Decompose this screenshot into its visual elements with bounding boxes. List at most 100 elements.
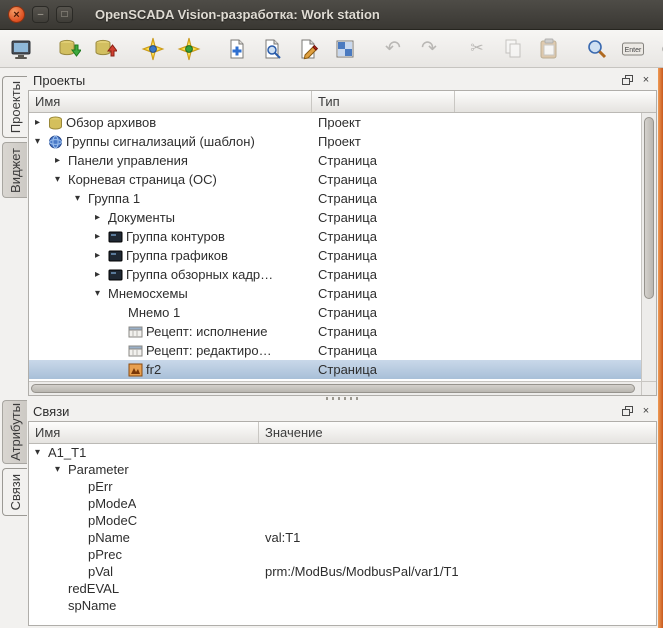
column-header-name[interactable]: Имя (29, 91, 312, 112)
row-type: Страница (312, 265, 656, 284)
station-icon[interactable] (6, 34, 36, 64)
find-icon[interactable] (582, 34, 612, 64)
tab-attributes[interactable]: Атрибуты (2, 400, 27, 464)
enter-key-icon[interactable]: Enter (618, 34, 648, 64)
expander-icon[interactable]: ▸ (95, 208, 108, 227)
row-type: Страница (312, 284, 656, 303)
overlay-scrollbar-strip[interactable] (658, 68, 663, 628)
column-header-value[interactable]: Значение (259, 422, 656, 443)
row-value (259, 444, 656, 461)
row-type: Страница (312, 341, 656, 360)
row-value (259, 597, 656, 614)
page-edit-icon[interactable] (294, 34, 324, 64)
tree-row[interactable]: redEVAL (29, 580, 656, 597)
projects-table: Имя Тип ▸Обзор архивов Проект ▾Группы си… (28, 90, 657, 396)
page-template-icon[interactable] (330, 34, 360, 64)
copy-icon[interactable] (498, 34, 528, 64)
row-label: Parameter (68, 461, 129, 478)
dark-frame-icon (108, 268, 124, 282)
scrollbar-thumb[interactable] (31, 384, 635, 393)
window-table-icon (128, 344, 144, 358)
close-dock-icon[interactable]: × (638, 73, 654, 88)
redo-icon[interactable]: ↷ (414, 34, 444, 64)
minimize-icon[interactable]: – (32, 6, 49, 23)
expander-icon[interactable]: ▸ (95, 246, 108, 265)
run-project-icon[interactable] (174, 34, 204, 64)
scrollbar-thumb[interactable] (644, 117, 654, 299)
row-label: Обзор архивов (66, 113, 156, 132)
tree-row[interactable]: ▸ Группа графиков Страница (29, 246, 656, 265)
tree-row[interactable]: pPrec (29, 546, 656, 563)
run-widget-icon[interactable] (138, 34, 168, 64)
tree-row[interactable]: Рецепт: редактиро… Страница (29, 341, 656, 360)
tab-links[interactable]: Связи (2, 468, 27, 516)
row-label: Мнемосхемы (108, 284, 188, 303)
page-view-icon[interactable] (258, 34, 288, 64)
tree-row[interactable]: ▾Группы сигнализаций (шаблон) Проект (29, 132, 656, 151)
page-new-icon[interactable] (222, 34, 252, 64)
expander-icon[interactable]: ▸ (95, 265, 108, 284)
tree-row[interactable]: pModeA (29, 495, 656, 512)
row-type: Страница (312, 246, 656, 265)
vertical-scrollbar[interactable] (641, 113, 656, 381)
expander-icon[interactable]: ▾ (55, 170, 68, 189)
extra-icon[interactable] (654, 34, 663, 64)
column-header-name[interactable]: Имя (29, 422, 259, 443)
tree-row[interactable]: pVal prm:/ModBus/ModbusPal/var1/T1 (29, 563, 656, 580)
paste-icon[interactable] (534, 34, 564, 64)
expander-icon[interactable]: ▾ (35, 132, 48, 151)
expander-icon[interactable]: ▸ (95, 227, 108, 246)
tree-row[interactable]: spName (29, 597, 656, 614)
side-tabstrip: Проекты Виджет Атрибуты Связи (0, 68, 27, 628)
tree-row[interactable]: ▾Корневая страница (ОС) Страница (29, 170, 656, 189)
tree-row[interactable]: ▸Панели управления Страница (29, 151, 656, 170)
expander-icon[interactable]: ▾ (55, 461, 68, 478)
links-dock-header: Связи × (28, 401, 657, 421)
links-dock-title: Связи (33, 404, 616, 419)
row-label: pPrec (88, 546, 122, 563)
row-label: Документы (108, 208, 175, 227)
tree-row[interactable]: ▾Мнемосхемы Страница (29, 284, 656, 303)
tree-row[interactable]: ▾A1_T1 (29, 444, 656, 461)
horizontal-scrollbar[interactable] (29, 381, 656, 395)
links-table: Имя Значение ▾A1_T1 ▾Parameter (28, 421, 657, 626)
tree-row[interactable]: pName val:T1 (29, 529, 656, 546)
row-label: Группа обзорных кадр… (126, 265, 273, 284)
tab-widget[interactable]: Виджет (2, 142, 27, 198)
expander-icon[interactable]: ▾ (35, 444, 48, 461)
maximize-icon[interactable]: □ (56, 6, 73, 23)
tree-row[interactable]: Мнемо 1 Страница (29, 303, 656, 322)
close-dock-icon[interactable]: × (638, 404, 654, 419)
tab-projects[interactable]: Проекты (2, 76, 27, 138)
tree-row[interactable]: ▾Группа 1 Страница (29, 189, 656, 208)
expander-icon[interactable]: ▸ (55, 151, 68, 170)
tree-row[interactable]: ▸Обзор архивов Проект (29, 113, 656, 132)
tree-row[interactable]: pModeC (29, 512, 656, 529)
close-icon[interactable]: × (8, 6, 25, 23)
save-to-db-icon[interactable] (90, 34, 120, 64)
cut-icon[interactable]: ✂ (462, 34, 492, 64)
float-dock-icon[interactable] (619, 404, 635, 419)
tree-row[interactable]: ▾Parameter (29, 461, 656, 478)
titlebar[interactable]: × – □ OpenSCADA Vision-разработка: Work … (0, 0, 663, 30)
row-label: pErr (88, 478, 113, 495)
row-label: Корневая страница (ОС) (68, 170, 217, 189)
tree-row[interactable]: ▸Группа контуров Страница (29, 227, 656, 246)
load-from-db-icon[interactable] (54, 34, 84, 64)
expander-icon[interactable]: ▾ (75, 189, 88, 208)
undo-icon[interactable]: ↶ (378, 34, 408, 64)
tree-row-selected[interactable]: fr2 Страница (29, 360, 656, 379)
expander-icon[interactable]: ▸ (35, 113, 48, 132)
float-dock-icon[interactable] (619, 73, 635, 88)
tree-row[interactable]: pErr (29, 478, 656, 495)
tree-row[interactable]: ▸Документы Страница (29, 208, 656, 227)
expander-icon[interactable]: ▾ (95, 284, 108, 303)
tree-row[interactable]: ▸ Группа обзорных кадр… Страница (29, 265, 656, 284)
links-table-header: Имя Значение (29, 422, 656, 444)
row-type: Страница (312, 170, 656, 189)
frame-thumb-icon (128, 363, 144, 377)
tree-row[interactable]: Рецепт: исполнение Страница (29, 322, 656, 341)
projects-dock: Проекты × Имя Тип ▸Обзор архивов Проект (28, 70, 657, 396)
row-label: Группа графиков (126, 246, 228, 265)
column-header-type[interactable]: Тип (312, 91, 455, 112)
